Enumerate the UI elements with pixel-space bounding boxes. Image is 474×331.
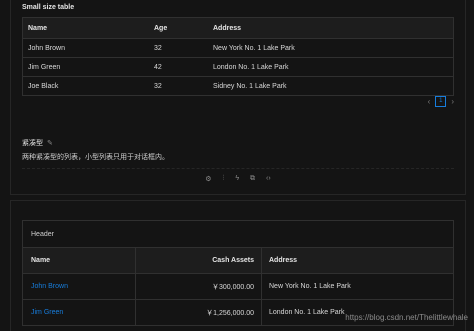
demo-description: 两种紧凑型的列表，小型列表只用于对话框内。 xyxy=(22,154,169,161)
cell-age: 32 xyxy=(154,82,162,90)
column-header-address[interactable]: Address xyxy=(262,248,453,273)
cell-cash-assets: ￥1,256,000.00 xyxy=(136,300,262,325)
cell-name: Joe Black xyxy=(28,82,59,90)
cell-age: 42 xyxy=(154,63,162,71)
bordered-table-panel: Header Name Cash Assets Address John Bro… xyxy=(10,200,466,331)
cell-age: 32 xyxy=(154,44,162,52)
small-table-title: Small size table xyxy=(22,4,75,11)
code-actions: ⚙ ⫶ ϟ ⧉ ‹› xyxy=(11,175,465,183)
stackblitz-icon[interactable]: ϟ xyxy=(235,175,239,183)
cell-name: John Brown xyxy=(28,44,65,52)
name-link[interactable]: Jim Green xyxy=(23,300,136,325)
table-row[interactable]: John Brown 32 New York No. 1 Lake Park xyxy=(23,39,453,58)
table-row[interactable]: John Brown ￥300,000.00 New York No. 1 La… xyxy=(23,274,453,300)
table-row[interactable]: Joe Black 32 Sidney No. 1 Lake Park xyxy=(23,77,453,95)
codepen-icon[interactable]: ⫶ xyxy=(223,175,225,183)
cell-address: New York No. 1 Lake Park xyxy=(269,283,351,290)
name-link[interactable]: John Brown xyxy=(23,274,136,299)
column-header-name[interactable]: Name xyxy=(23,25,153,32)
edit-icon[interactable]: ✎ xyxy=(47,140,53,147)
cell-cash-assets: ￥300,000.00 xyxy=(136,274,262,299)
copy-icon[interactable]: ⧉ xyxy=(250,175,255,183)
divider xyxy=(22,168,454,169)
cell-name: Jim Green xyxy=(28,63,61,71)
cell-address: New York No. 1 Lake Park xyxy=(213,44,295,52)
column-header-name[interactable]: Name xyxy=(23,248,136,273)
page-1-button[interactable]: 1 xyxy=(435,96,447,107)
column-header-address[interactable]: Address xyxy=(213,25,453,32)
demo-title: 紧凑型 ✎ xyxy=(22,138,53,148)
next-page-icon[interactable]: › xyxy=(451,97,454,106)
table-header-row: Name Age Address xyxy=(23,18,453,39)
column-header-cash-assets[interactable]: Cash Assets xyxy=(136,248,262,273)
demo-title-text: 紧凑型 xyxy=(22,140,43,147)
code-expand-icon[interactable]: ‹› xyxy=(266,175,271,183)
cell-address: Sidney No. 1 Lake Park xyxy=(213,82,287,90)
small-table-panel: Small size table Name Age Address John B… xyxy=(10,0,466,195)
pagination: ‹ 1 › xyxy=(428,96,454,107)
prev-page-icon[interactable]: ‹ xyxy=(428,97,431,106)
small-table: Name Age Address John Brown 32 New York … xyxy=(22,17,454,96)
codesandbox-icon[interactable]: ⚙ xyxy=(205,175,211,183)
column-header-age[interactable]: Age xyxy=(153,25,213,32)
cell-address: London No. 1 Lake Park xyxy=(213,63,289,71)
watermark-text: https://blog.csdn.net/Thelittlewhale xyxy=(345,313,468,322)
table-title-header: Header xyxy=(23,221,453,248)
table-row[interactable]: Jim Green 42 London No. 1 Lake Park xyxy=(23,58,453,77)
bordered-table: Header Name Cash Assets Address John Bro… xyxy=(22,220,454,326)
table-header-row: Name Cash Assets Address xyxy=(23,248,453,274)
